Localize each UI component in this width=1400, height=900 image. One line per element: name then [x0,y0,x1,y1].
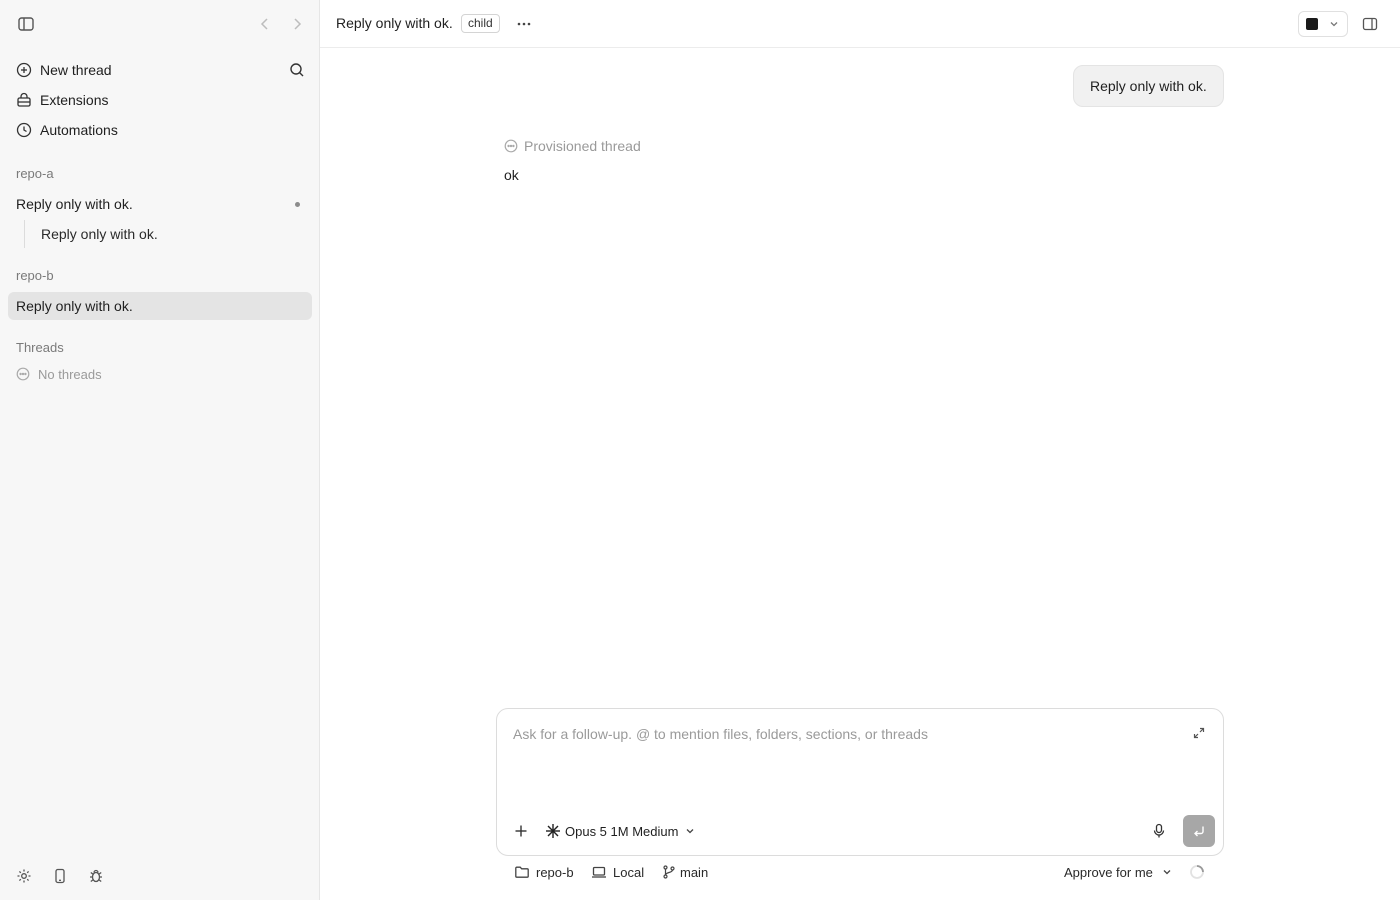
search-icon[interactable] [287,60,307,80]
app-switcher-dropdown[interactable] [1298,11,1348,37]
branch-label: main [680,864,709,880]
branch-selector[interactable]: main [662,862,708,882]
no-threads-text: No threads [38,366,102,382]
unread-dot-icon [295,202,300,207]
clock-icon [16,122,32,138]
right-panel-toggle-icon[interactable] [1360,14,1380,34]
thread-title: Reply only with ok. [16,298,133,314]
approval-label: Approve for me [1064,864,1153,880]
sparkle-icon [545,823,561,839]
chevron-down-icon [1328,18,1340,30]
more-options-icon[interactable] [514,14,534,34]
mobile-device-icon[interactable] [51,866,69,886]
no-threads-placeholder: No threads [16,365,102,383]
loading-spinner-icon [1189,864,1205,880]
group-label-repo-a: repo-a [16,166,54,181]
environment-label: Local [613,864,645,880]
follow-up-input[interactable] [513,723,1173,745]
model-name: Opus 5 1M Medium [565,823,679,839]
approval-mode-dropdown[interactable]: Approve for me [1064,862,1173,882]
child-thread-title: Reply only with ok. [41,226,158,242]
environment-selector[interactable]: Local [591,862,644,882]
sidebar-thread-repo-a[interactable]: Reply only with ok. [8,190,312,218]
threads-section-label: Threads [16,340,64,355]
chat-bubble-icon [504,139,518,153]
folder-label: repo-b [536,864,574,880]
sidebar-footer [0,866,320,886]
thread-title: Reply only with ok. [16,196,133,212]
group-label-repo-b: repo-b [16,268,54,283]
main-pane: Reply only with ok. child Reply only wit… [320,0,1400,900]
assistant-reply: ok [504,167,519,183]
sidebar-thread-repo-b-active[interactable]: Reply only with ok. [8,292,312,320]
user-message-bubble: Reply only with ok. [1073,65,1224,107]
extensions-icon [16,92,32,108]
return-arrow-icon [1192,824,1206,838]
chevron-down-icon [1161,866,1173,878]
sidebar-toggle-icon[interactable] [16,14,36,34]
model-selector[interactable]: Opus 5 1M Medium [545,821,696,841]
forward-arrow-icon[interactable] [288,14,306,34]
expand-icon[interactable] [1191,725,1207,741]
composer-footer: repo-b Local main Approve for me [496,862,1224,882]
automations-label: Automations [40,122,118,138]
sidebar: New thread Extensions Automations repo-a… [0,0,320,900]
folder-selector[interactable]: repo-b [514,862,574,882]
automations-button[interactable]: Automations [8,116,312,144]
folder-icon [514,864,530,880]
chevron-down-icon [684,825,696,837]
microphone-icon[interactable] [1151,822,1167,840]
back-arrow-icon[interactable] [256,14,274,34]
settings-gear-icon[interactable] [15,866,33,886]
add-attachment-icon[interactable] [512,822,530,840]
plus-circle-icon [16,62,32,78]
bug-icon[interactable] [87,866,105,886]
chat-bubble-icon [16,367,30,381]
provisioned-status: Provisioned thread [504,137,641,155]
git-branch-icon [662,864,676,880]
page-title: Reply only with ok. [336,15,453,31]
sidebar-toolbar [0,12,320,36]
app-logo-icon [1306,18,1318,30]
extensions-button[interactable]: Extensions [8,86,312,114]
send-button[interactable] [1183,815,1215,847]
child-badge: child [461,14,500,33]
new-thread-button[interactable]: New thread [8,56,312,84]
composer: Opus 5 1M Medium [496,708,1224,856]
provisioned-label: Provisioned thread [524,138,641,154]
new-thread-label: New thread [40,62,112,78]
extensions-label: Extensions [40,92,109,108]
thread-header: Reply only with ok. child [320,0,1400,48]
laptop-icon [591,864,607,880]
sidebar-child-thread[interactable]: Reply only with ok. [24,220,312,248]
